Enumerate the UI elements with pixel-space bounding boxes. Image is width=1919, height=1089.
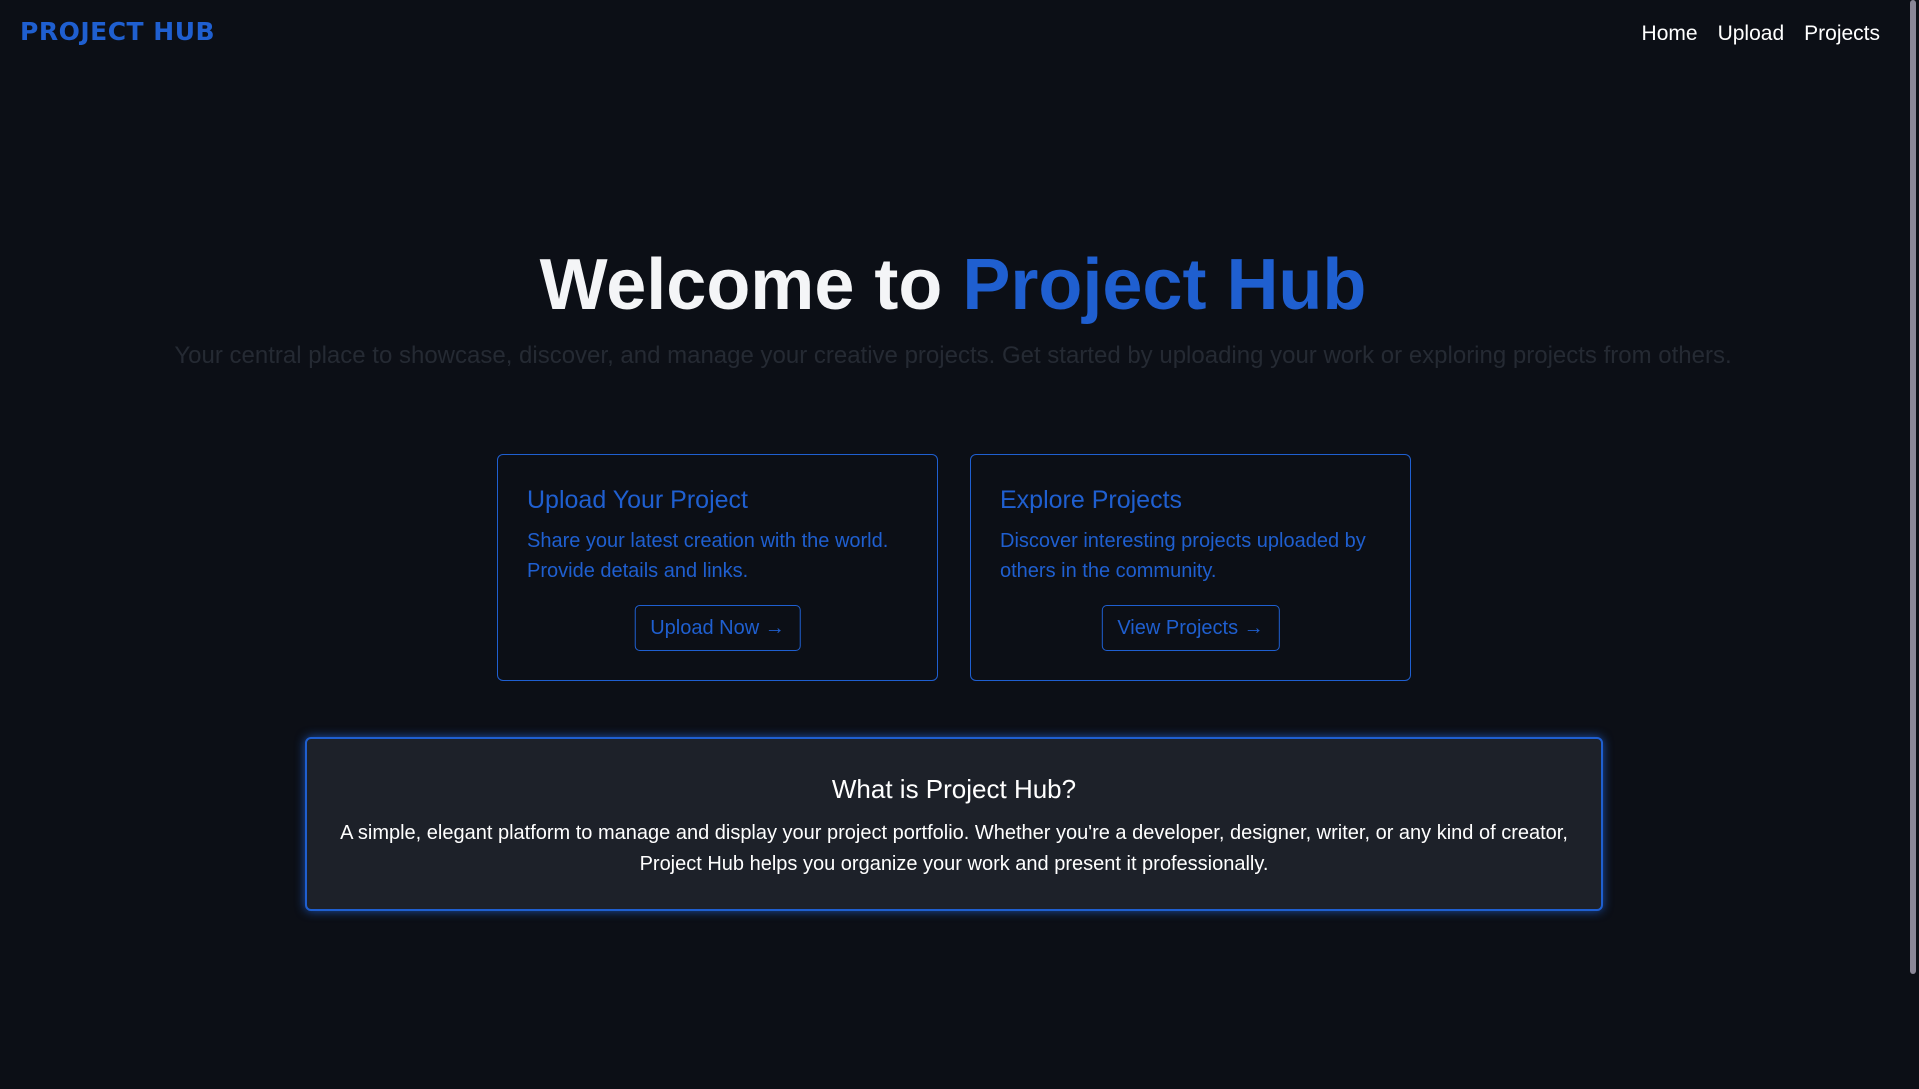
about-panel: What is Project Hub? A simple, elegant p… <box>305 737 1603 911</box>
brand-logo[interactable]: PROJECT HUB <box>20 17 215 46</box>
hero-subtitle: Your central place to showcase, discover… <box>174 342 1732 369</box>
page-scrollbar[interactable] <box>1907 0 1919 1089</box>
hero-title-accent: Project Hub <box>962 245 1367 325</box>
hero-title-prefix: Welcome to <box>539 245 963 325</box>
top-nav: Home Upload Projects <box>1642 22 1880 46</box>
nav-projects-link[interactable]: Projects <box>1804 22 1880 46</box>
nav-upload-link[interactable]: Upload <box>1718 22 1785 46</box>
scrollbar-thumb[interactable] <box>1910 0 1916 974</box>
nav-home-link[interactable]: Home <box>1642 22 1698 46</box>
explore-card: Explore Projects Discover interesting pr… <box>970 454 1411 681</box>
upload-card-title: Upload Your Project <box>527 486 748 514</box>
about-title: What is Project Hub? <box>831 774 1077 804</box>
page: PROJECT HUB Home Upload Projects Welcome… <box>0 0 1919 1089</box>
about-text: A simple, elegant platform to manage and… <box>340 822 1568 875</box>
view-projects-button[interactable]: View Projects → <box>1101 605 1280 651</box>
upload-card: Upload Your Project Share your latest cr… <box>497 454 938 681</box>
explore-card-title: Explore Projects <box>1000 486 1183 514</box>
explore-card-description: Discover interesting projects uploaded b… <box>1000 530 1366 582</box>
hero-title: Welcome to Project Hub <box>0 244 1906 326</box>
upload-card-description: Share your latest creation with the worl… <box>527 530 889 582</box>
upload-now-button[interactable]: Upload Now → <box>634 605 801 651</box>
